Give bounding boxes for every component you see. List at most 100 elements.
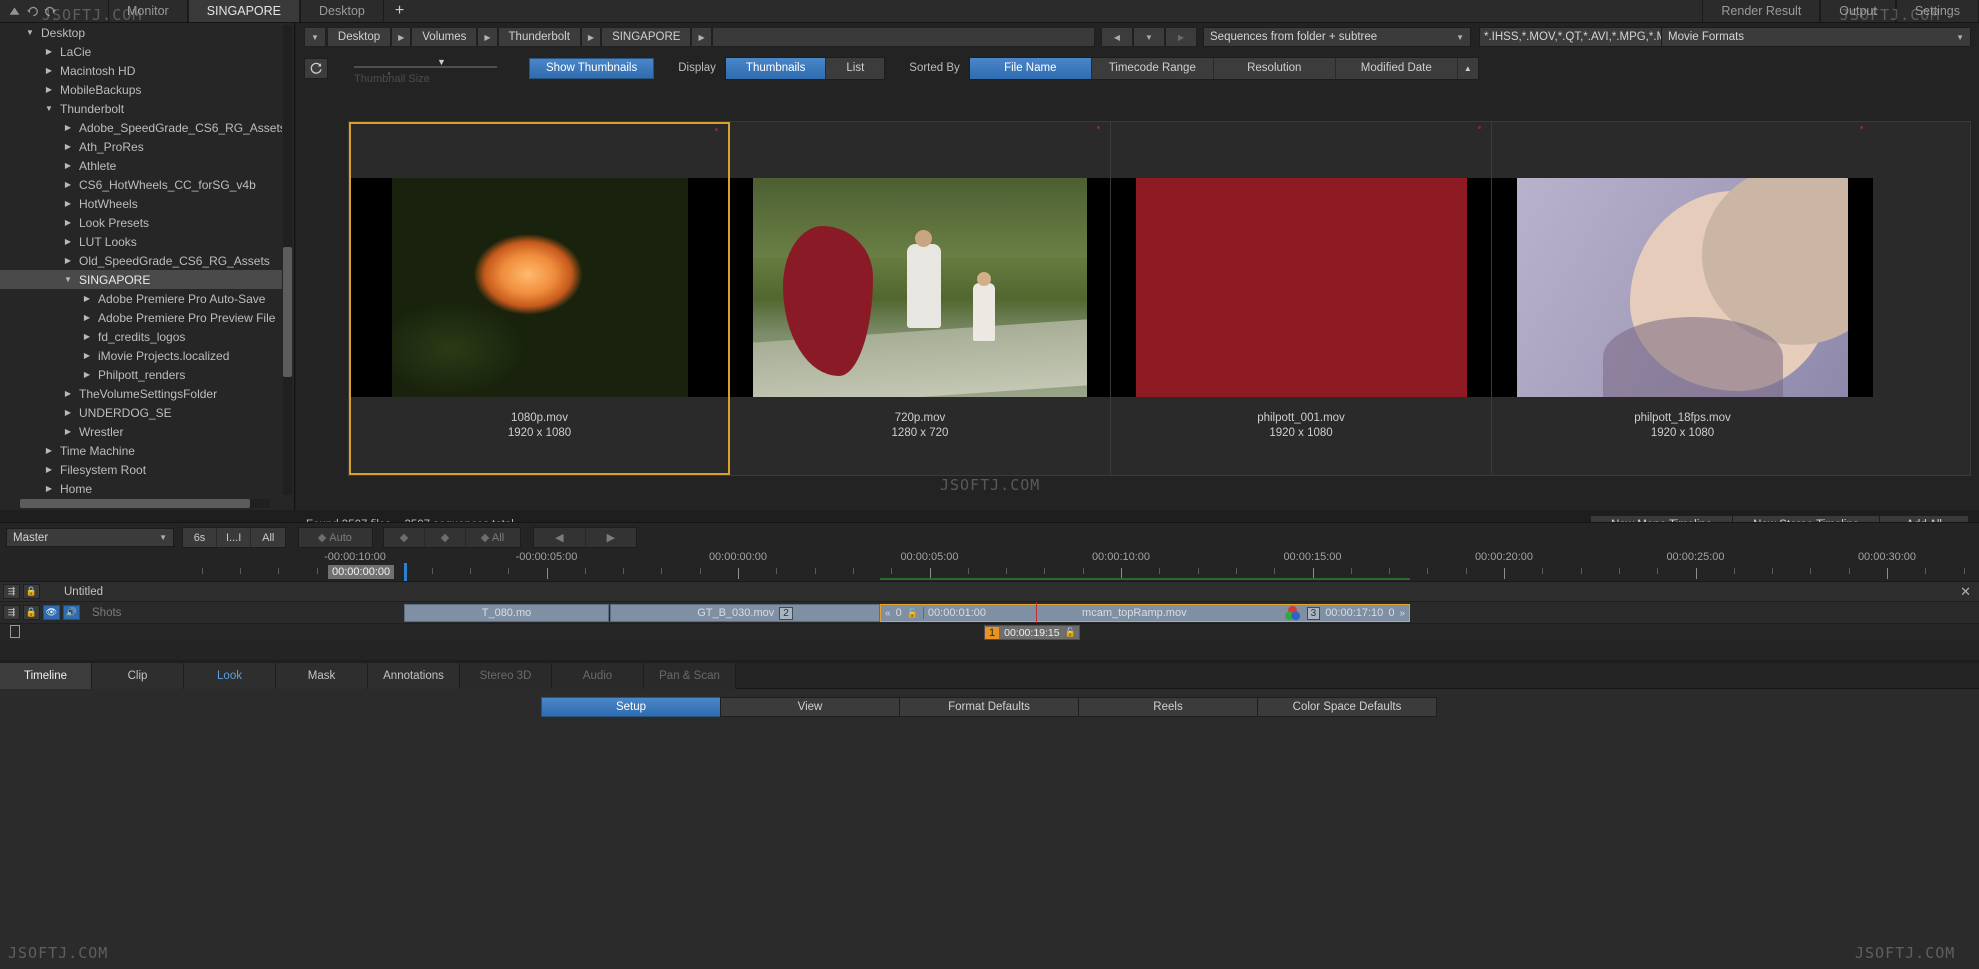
refresh-icon[interactable] xyxy=(304,57,328,79)
thumbnail-item-720p[interactable]: 720p.mov 1280 x 720 xyxy=(730,122,1111,475)
panel-tab-look[interactable]: Look xyxy=(184,663,276,689)
chevron-right-icon-2[interactable]: ▶ xyxy=(477,27,498,47)
twisty-right-icon[interactable]: ▶ xyxy=(43,85,55,94)
nav-forward-button[interactable]: ▶ xyxy=(1165,27,1197,47)
setup-sub-tab-format-defaults[interactable]: Format Defaults xyxy=(899,697,1079,717)
twisty-right-icon[interactable]: ▶ xyxy=(62,218,74,227)
setup-sub-tab-setup[interactable]: Setup xyxy=(541,697,721,717)
timeline-clip-2[interactable]: GT_B_030.mov 2 xyxy=(610,604,880,622)
twisty-right-icon[interactable]: ▶ xyxy=(62,256,74,265)
twisty-right-icon[interactable]: ▶ xyxy=(62,199,74,208)
tab-desktop[interactable]: Desktop xyxy=(300,0,384,22)
tree-item-adobe-premiere-pro-auto-save[interactable]: ▶ Adobe Premiere Pro Auto-Save xyxy=(0,289,282,308)
sort-modified-date-button[interactable]: Modified Date xyxy=(1335,57,1458,79)
breadcrumb-volumes[interactable]: Volumes xyxy=(411,27,478,47)
tree-item-fd-credits-logos[interactable]: ▶ fd_credits_logos xyxy=(0,327,282,346)
thumbnail-item-1080p[interactable]: 1080p.mov 1920 x 1080 xyxy=(349,122,730,475)
tree-item-desktop[interactable]: ▼ Desktop xyxy=(0,23,282,42)
undo-icon[interactable] xyxy=(26,5,39,18)
sequence-reorder-icon[interactable]: ⇶ xyxy=(3,584,20,599)
twisty-right-icon[interactable]: ▶ xyxy=(43,47,55,56)
tree-item-singapore[interactable]: ▼ SINGAPORE xyxy=(0,270,282,289)
keyframe-all-button[interactable]: All xyxy=(465,528,521,547)
chevron-right-icon-4[interactable]: ▶ xyxy=(691,27,712,47)
breadcrumb-desktop[interactable]: Desktop xyxy=(326,27,392,47)
keyframe-auto-button[interactable]: Auto xyxy=(299,528,372,547)
twisty-right-icon[interactable]: ▶ xyxy=(43,446,55,455)
display-thumbnails-button[interactable]: Thumbnails xyxy=(725,57,827,79)
twisty-right-icon[interactable]: ▶ xyxy=(62,389,74,398)
track-reorder-icon[interactable]: ⇶ xyxy=(3,605,20,620)
speaker-icon-track[interactable]: 🔊 xyxy=(63,605,80,620)
nav-dropdown-button[interactable]: ▼ xyxy=(1133,27,1165,47)
timeline-ruler[interactable]: -00:00:10:00 -00:00:05:00 00:00:00:00 00:00… xyxy=(0,551,1979,581)
tree-item-home[interactable]: ▶ Home xyxy=(0,479,282,496)
tree-item-mobilebackups[interactable]: ▶ MobileBackups xyxy=(0,80,282,99)
panel-tab-annotations[interactable]: Annotations xyxy=(368,663,460,689)
extension-filter-field[interactable]: *.IHSS,*.MOV,*.QT,*.AVI,*.MPG,*.MP xyxy=(1479,27,1665,47)
breadcrumb-thunderbolt[interactable]: Thunderbolt xyxy=(497,27,581,47)
twisty-right-icon[interactable]: ▶ xyxy=(43,66,55,75)
tree-item-adobe-premiere-pro-preview-file[interactable]: ▶ Adobe Premiere Pro Preview File xyxy=(0,308,282,327)
tree-item-thevolumesettingsfolder[interactable]: ▶ TheVolumeSettingsFolder xyxy=(0,384,282,403)
twisty-right-icon[interactable]: ▶ xyxy=(62,161,74,170)
tree-item-adobe-speedgrade-cs6-rg-assets[interactable]: ▶ Adobe_SpeedGrade_CS6_RG_Assets xyxy=(0,118,282,137)
format-filter-dropdown[interactable]: Movie Formats ▼ xyxy=(1661,27,1971,47)
marker-badge[interactable]: 1 00:00:19:15 🔓 xyxy=(984,625,1080,640)
sort-direction-button[interactable]: ▲ xyxy=(1457,57,1478,79)
panel-tab-strip[interactable]: Timeline Clip Look Mask Annotations Stereo 3D… xyxy=(0,663,1979,689)
zoom-all-button[interactable]: All xyxy=(251,528,286,547)
setup-sub-tab-view[interactable]: View xyxy=(720,697,900,717)
keyframe-prev-button[interactable] xyxy=(383,528,425,547)
timeline-track-shots[interactable]: ⇶ 🔒 👁 🔊 Shots T_080.mo GT_B_030.mov 2 « … xyxy=(0,601,1979,623)
tree-item-time-machine[interactable]: ▶ Time Machine xyxy=(0,441,282,460)
twisty-right-icon[interactable]: ▶ xyxy=(81,351,93,360)
nav-back-button[interactable]: ◀ xyxy=(1101,27,1133,47)
thumbnail-item-philpott-001[interactable]: philpott_001.mov 1920 x 1080 xyxy=(1111,122,1492,475)
tree-item-look-presets[interactable]: ▶ Look Presets xyxy=(0,213,282,232)
unlock-icon-clip-in[interactable]: 🔓 xyxy=(907,608,918,619)
twisty-right-icon[interactable]: ▶ xyxy=(62,142,74,151)
twisty-right-icon[interactable]: ▶ xyxy=(62,237,74,246)
lock-icon-sequence[interactable]: 🔒 xyxy=(23,584,40,599)
display-list-button[interactable]: List xyxy=(826,57,885,79)
panel-tab-clip[interactable]: Clip xyxy=(92,663,184,689)
sequence-filter-dropdown[interactable]: Sequences from folder + subtree ▼ xyxy=(1203,27,1471,47)
tree-item-lut-looks[interactable]: ▶ LUT Looks xyxy=(0,232,282,251)
twisty-down-icon[interactable]: ▼ xyxy=(43,104,55,113)
step-forward-button[interactable]: ▶ xyxy=(585,528,637,547)
add-tab-button[interactable]: + xyxy=(383,0,416,22)
panel-tab-timeline[interactable]: Timeline xyxy=(0,663,92,689)
eye-icon-track[interactable]: 👁 xyxy=(43,605,60,620)
folder-tree-list[interactable]: ▼ Desktop ▶ LaCie ▶ Macintosh HD ▶ MobileBackup… xyxy=(0,23,282,496)
timeline-clip-1[interactable]: T_080.mo xyxy=(404,604,609,622)
sort-resolution-button[interactable]: Resolution xyxy=(1213,57,1336,79)
tree-vertical-scroll-thumb[interactable] xyxy=(283,247,292,377)
step-back-button[interactable]: ◀ xyxy=(534,528,586,547)
twisty-right-icon[interactable]: ▶ xyxy=(62,427,74,436)
tab-output[interactable]: Output xyxy=(1820,0,1896,22)
master-layer-dropdown[interactable]: Master ▼ xyxy=(6,528,174,547)
twisty-right-icon[interactable]: ▶ xyxy=(62,123,74,132)
sort-timecode-range-button[interactable]: Timecode Range xyxy=(1091,57,1214,79)
playhead[interactable] xyxy=(404,563,407,581)
redo-icon[interactable] xyxy=(44,5,57,18)
tree-item-athlete[interactable]: ▶ Athlete xyxy=(0,156,282,175)
unlock-icon-marker[interactable]: 🔓 xyxy=(1065,627,1079,638)
tree-item-imovie-projects-localized[interactable]: ▶ iMovie Projects.localized xyxy=(0,346,282,365)
tree-item-wrestler[interactable]: ▶ Wrestler xyxy=(0,422,282,441)
timeline-marker-row[interactable]: 1 00:00:19:15 🔓 xyxy=(0,623,1979,640)
close-icon-sequence[interactable]: ✕ xyxy=(1960,584,1971,600)
zoom-6s-button[interactable]: 6s xyxy=(183,528,217,547)
thumbnail-size-slider[interactable]: ▼ Thumbnail Size xyxy=(348,53,503,85)
twisty-right-icon[interactable]: ▶ xyxy=(81,370,93,379)
keyframe-next-button[interactable] xyxy=(424,528,466,547)
setup-sub-tab-color-space-defaults[interactable]: Color Space Defaults xyxy=(1257,697,1437,717)
thumbnail-item-philpott-18fps[interactable]: philpott_18fps.mov 1920 x 1080 xyxy=(1492,122,1873,475)
chevron-right-icon-3[interactable]: ▶ xyxy=(580,27,602,47)
tree-vertical-scrollbar[interactable] xyxy=(283,25,292,495)
tree-item-hotwheels[interactable]: ▶ HotWheels xyxy=(0,194,282,213)
tree-item-thunderbolt[interactable]: ▼ Thunderbolt xyxy=(0,99,282,118)
path-history-dropdown[interactable]: ▼ xyxy=(304,27,326,47)
tab-singapore[interactable]: SINGAPORE xyxy=(187,0,301,22)
